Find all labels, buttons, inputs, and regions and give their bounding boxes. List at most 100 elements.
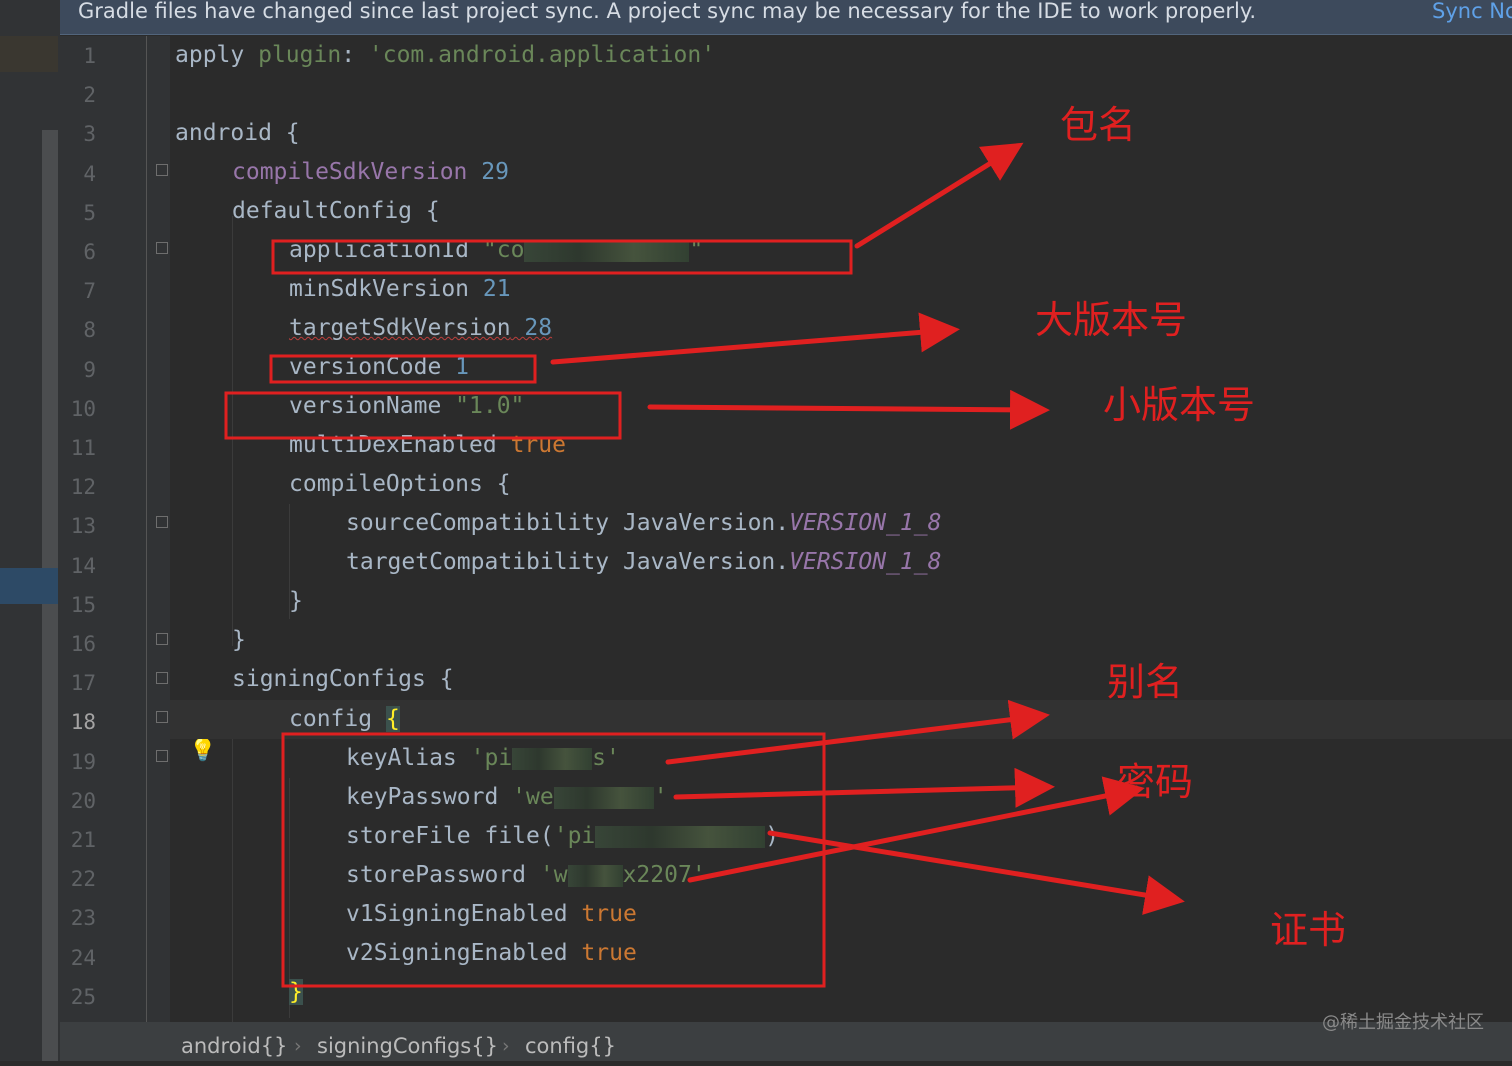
line-number[interactable]: 15 — [60, 586, 96, 625]
code-line-24[interactable]: v2SigningEnabled true — [346, 934, 637, 973]
code-line-9[interactable]: versionCode 1 — [289, 348, 469, 387]
code-line-13[interactable]: sourceCompatibility JavaVersion.VERSION_… — [346, 504, 941, 543]
token: targetSdkVersion 28 — [289, 315, 552, 341]
line-number[interactable]: 22 — [60, 860, 96, 899]
banner-message: Gradle files have changed since last pro… — [78, 0, 1256, 23]
fold-marker-defaultconfig-end[interactable] — [156, 672, 168, 684]
matched-brace: { — [385, 706, 400, 732]
fold-marker-android[interactable] — [156, 164, 168, 176]
token: compileSdkVersion — [232, 159, 468, 185]
annotation-major-version: 大版本号 — [1035, 298, 1188, 342]
code-line-16[interactable]: } — [232, 621, 246, 660]
line-number[interactable]: 3 — [60, 115, 96, 154]
code-line-6[interactable]: applicationId "co " — [289, 231, 703, 270]
token: 1 — [455, 354, 470, 380]
line-number[interactable]: 17 — [60, 664, 96, 703]
fold-marker-defaultconfig[interactable] — [156, 242, 168, 254]
token: 'pi — [470, 745, 513, 771]
breadcrumb-signingconfigs[interactable]: signingConfigs{} — [317, 1027, 498, 1066]
code-line-15[interactable]: } — [289, 582, 303, 621]
code-line-12[interactable]: compileOptions { — [289, 465, 511, 504]
line-number[interactable]: 19 — [60, 743, 96, 782]
line-number[interactable]: 7 — [60, 272, 96, 311]
line-number[interactable]: 18 — [60, 703, 96, 742]
code-line-7[interactable]: minSdkVersion 21 — [289, 270, 511, 309]
token: : — [341, 42, 369, 68]
tool-window-strip — [0, 0, 60, 1061]
code-line-1[interactable]: apply plugin: 'com.android.application' — [175, 36, 715, 75]
line-number[interactable]: 9 — [60, 351, 96, 390]
line-number[interactable]: 1 — [60, 37, 96, 76]
line-number[interactable]: 8 — [60, 311, 96, 350]
code-line-3[interactable]: android { — [175, 114, 300, 153]
line-number[interactable]: 5 — [60, 194, 96, 233]
token: plugin — [258, 42, 342, 68]
line-number[interactable]: 13 — [60, 507, 96, 546]
code-line-8[interactable]: targetSdkVersion 28 — [289, 309, 552, 348]
line-number[interactable]: 11 — [60, 429, 96, 468]
chevron-right-icon: › — [502, 1035, 510, 1057]
token: config — [289, 706, 386, 732]
token: versionName — [289, 393, 456, 419]
line-number[interactable]: 23 — [60, 899, 96, 938]
breadcrumb-config[interactable]: config{} — [525, 1027, 616, 1066]
line-number[interactable]: 16 — [60, 625, 96, 664]
token: storePassword — [346, 862, 540, 888]
token: 'w — [539, 862, 568, 888]
token: 21 — [482, 276, 511, 302]
token: true — [581, 901, 637, 927]
fold-marker-compileoptions[interactable] — [156, 516, 168, 528]
strip-marker-selected — [0, 568, 58, 604]
token: storeFile file( — [346, 823, 554, 849]
code-line-21[interactable]: storeFile file('pi) — [346, 817, 779, 856]
fold-marker-compileoptions-end[interactable] — [156, 633, 168, 645]
code-line-10[interactable]: versionName "1.0" — [289, 387, 524, 426]
strip-marker-top — [0, 36, 58, 72]
code-line-14[interactable]: targetCompatibility JavaVersion.VERSION_… — [346, 543, 941, 582]
token: ' — [653, 784, 668, 810]
line-number[interactable]: 4 — [60, 155, 96, 194]
token: true — [510, 432, 566, 458]
line-number[interactable]: 25 — [60, 978, 96, 1017]
token: multiDexEnabled — [289, 432, 511, 458]
token: } — [232, 627, 246, 653]
code-line-19[interactable]: keyAlias 'pi s' — [346, 739, 620, 778]
line-number[interactable]: 20 — [60, 782, 96, 821]
code-line-20[interactable]: keyPassword 'we ' — [346, 778, 668, 817]
fold-marker-signingconfigs[interactable] — [156, 711, 168, 723]
code-line-25[interactable]: } — [289, 973, 303, 1012]
token: VERSION_1_8 — [789, 549, 942, 575]
watermark: @稀土掘金技术社区 — [1322, 1012, 1484, 1033]
code-line-4[interactable]: compileSdkVersion 29 — [232, 153, 509, 192]
line-number[interactable]: 12 — [60, 468, 96, 507]
line-number[interactable]: 6 — [60, 233, 96, 272]
code-line-18[interactable]: config { — [289, 700, 400, 739]
token: "co — [482, 237, 525, 263]
code-line-17[interactable]: signingConfigs { — [232, 660, 454, 699]
sync-now-link[interactable]: Sync No — [1432, 0, 1512, 23]
fold-marker-config[interactable] — [156, 750, 168, 762]
line-number[interactable]: 21 — [60, 821, 96, 860]
token: 28 — [510, 315, 553, 341]
chevron-right-icon: › — [294, 1035, 302, 1057]
line-number[interactable]: 14 — [60, 547, 96, 586]
line-number[interactable]: 10 — [60, 390, 96, 429]
token: signingConfigs { — [232, 666, 454, 692]
code-line-5[interactable]: defaultConfig { — [232, 192, 440, 231]
token: x2207' — [622, 862, 706, 888]
code-line-23[interactable]: v1SigningEnabled true — [346, 895, 637, 934]
token: " — [689, 237, 704, 263]
line-number[interactable]: 24 — [60, 939, 96, 978]
code-line-11[interactable]: multiDexEnabled true — [289, 426, 566, 465]
code-line-22[interactable]: storePassword 'w x2207' — [346, 856, 706, 895]
line-number[interactable]: 2 — [60, 76, 96, 115]
token: defaultConfig { — [232, 198, 440, 224]
indent-guide — [232, 216, 233, 646]
indent-guide — [232, 739, 233, 1022]
annotation-package-name: 包名 — [1060, 103, 1137, 147]
token: 'pi — [553, 823, 596, 849]
redacted-value — [524, 239, 690, 262]
annotation-alias: 别名 — [1107, 660, 1184, 704]
breadcrumb-android[interactable]: android{} — [181, 1027, 287, 1066]
code-editor[interactable]: apply plugin: 'com.android.application' … — [170, 36, 1512, 1022]
